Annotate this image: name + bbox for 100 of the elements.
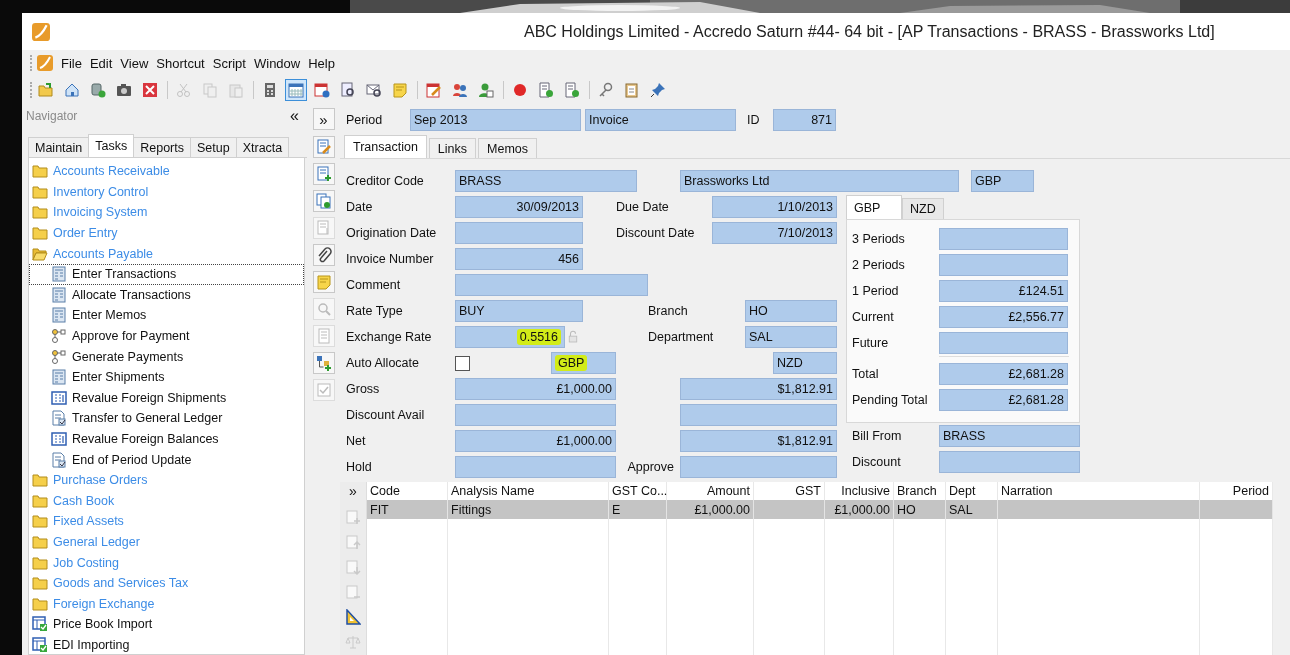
input-field[interactable]: Brassworks Ltd xyxy=(680,170,959,192)
checkbox[interactable] xyxy=(455,355,470,371)
menu-item[interactable]: Window xyxy=(249,55,305,71)
tab[interactable]: Xtracta xyxy=(235,137,290,157)
input-field[interactable] xyxy=(939,332,1068,354)
app-icon[interactable] xyxy=(37,55,53,71)
input-field[interactable]: GBP xyxy=(971,170,1034,192)
tab[interactable]: Memos xyxy=(478,138,537,158)
tree-item[interactable]: Accounts Payable xyxy=(29,243,304,264)
tree-item[interactable]: Revalue Foreign Balances xyxy=(29,428,304,450)
column-header[interactable]: GST Co... xyxy=(609,482,667,500)
tree-item[interactable]: General Ledger xyxy=(29,531,304,553)
tree-item[interactable]: Order Entry xyxy=(29,222,304,244)
tab[interactable]: Tasks xyxy=(88,134,135,157)
input-field[interactable]: £1,000.00 xyxy=(455,378,616,400)
input-field[interactable] xyxy=(455,222,583,244)
tab[interactable]: Maintain xyxy=(28,137,90,157)
input-field[interactable]: BRASS xyxy=(939,425,1080,447)
tab[interactable]: NZD xyxy=(902,198,944,219)
tree-item[interactable]: Transfer to General Ledger xyxy=(29,408,304,429)
input-field[interactable]: 30/09/2013 xyxy=(455,196,583,218)
input-field[interactable]: 7/10/2013 xyxy=(712,222,837,244)
lock-icon[interactable] xyxy=(568,330,578,344)
input-field[interactable]: BUY xyxy=(455,300,583,322)
tree-item[interactable]: Invoicing System xyxy=(29,202,304,223)
input-field[interactable]: £124.51 xyxy=(939,280,1068,302)
input-field[interactable]: $1,812.91 xyxy=(680,430,837,452)
field-label: Net xyxy=(346,434,367,448)
tree-item[interactable]: Revalue Foreign Shipments xyxy=(29,387,304,409)
tree-item[interactable]: Inventory Control xyxy=(29,181,304,203)
input-field[interactable]: $1,812.91 xyxy=(680,378,837,400)
collapse-button[interactable]: « xyxy=(290,107,299,125)
tree-item[interactable]: End of Period Update xyxy=(29,449,304,470)
tree-item[interactable]: Accounts Receivable xyxy=(29,161,304,182)
table-cell: Fittings xyxy=(448,500,609,519)
menu-item[interactable]: File xyxy=(57,55,86,71)
tab[interactable]: Transaction xyxy=(344,135,427,158)
input-field[interactable] xyxy=(455,274,648,296)
tab[interactable]: Links xyxy=(428,138,477,158)
input-field[interactable]: NZD xyxy=(773,352,837,374)
input-field[interactable] xyxy=(455,404,616,426)
tree-item[interactable]: Purchase Orders xyxy=(29,469,304,491)
menu-item[interactable]: Script xyxy=(208,55,250,71)
folder-icon xyxy=(32,183,48,200)
input-field[interactable]: £2,556.77 xyxy=(939,306,1068,328)
tree-item[interactable]: Allocate Transactions xyxy=(29,284,304,306)
type-field[interactable]: Invoice xyxy=(585,109,736,131)
menu-item[interactable]: Shortcut xyxy=(152,55,209,71)
input-field[interactable]: £2,681.28 xyxy=(939,363,1068,385)
input-field[interactable] xyxy=(680,404,837,426)
menu-item[interactable]: Edit xyxy=(85,55,117,71)
column-header[interactable]: Code xyxy=(367,482,448,500)
input-field[interactable] xyxy=(939,254,1068,276)
input-field[interactable] xyxy=(680,456,837,478)
input-field[interactable]: 0.5516 xyxy=(455,326,565,348)
tree-item[interactable]: Enter Memos xyxy=(29,305,304,326)
input-field[interactable]: 456 xyxy=(455,248,583,270)
column-header[interactable]: Analysis Name xyxy=(448,482,609,500)
input-field[interactable] xyxy=(455,456,616,478)
checkbox-icon xyxy=(315,382,332,398)
folder-icon xyxy=(32,595,48,612)
menu-item[interactable]: View xyxy=(116,55,153,71)
tree-item[interactable]: Fixed Assets xyxy=(29,511,304,532)
tree-item[interactable]: Job Costing xyxy=(29,552,304,573)
input-field[interactable]: £1,000.00 xyxy=(455,430,616,452)
menu-item[interactable]: Help xyxy=(304,55,339,71)
period-field[interactable]: Sep 2013 xyxy=(410,109,581,131)
tree-item[interactable]: Generate Payments xyxy=(29,346,304,367)
input-field[interactable]: 1/10/2013 xyxy=(712,196,837,218)
input-field[interactable]: HO xyxy=(745,300,837,322)
input-field[interactable]: BRASS xyxy=(455,170,637,192)
tree-item[interactable]: Cash Book xyxy=(29,490,304,512)
script-run-icon xyxy=(538,82,554,98)
tree-item[interactable]: Goods and Services Tax xyxy=(29,572,304,594)
tree-item[interactable]: Approve for Payment xyxy=(29,325,304,347)
scissors-icon xyxy=(176,82,192,98)
tree-item[interactable]: EDI Importing xyxy=(29,634,304,654)
input-field[interactable] xyxy=(939,451,1080,473)
tree-item[interactable]: Enter Shipments xyxy=(29,366,304,388)
expand-button[interactable]: » xyxy=(349,482,357,500)
expand-button[interactable]: » xyxy=(312,108,335,130)
table-cell: SAL xyxy=(946,500,998,519)
input-field[interactable]: GBP xyxy=(551,352,616,374)
input-field[interactable]: £2,681.28 xyxy=(939,389,1068,411)
close-icon xyxy=(142,82,158,98)
tree-item[interactable]: Enter Transactions xyxy=(29,263,304,285)
tree-item[interactable]: Foreign Exchange xyxy=(29,593,304,615)
tab[interactable]: Reports xyxy=(133,137,191,157)
folder-icon xyxy=(32,554,48,571)
input-field[interactable]: SAL xyxy=(745,326,837,348)
toolbar-button[interactable] xyxy=(345,609,361,625)
field-label: Total xyxy=(852,367,880,381)
input-field[interactable] xyxy=(939,228,1068,250)
tab[interactable]: Setup xyxy=(190,137,237,157)
toolbar-button[interactable] xyxy=(285,79,307,101)
field-label: Rate Type xyxy=(346,304,404,318)
tree-item[interactable]: Price Book Import xyxy=(29,614,304,635)
tab[interactable]: GBP xyxy=(846,195,902,219)
form-icon xyxy=(51,266,67,283)
id-field[interactable]: 871 xyxy=(773,109,836,131)
